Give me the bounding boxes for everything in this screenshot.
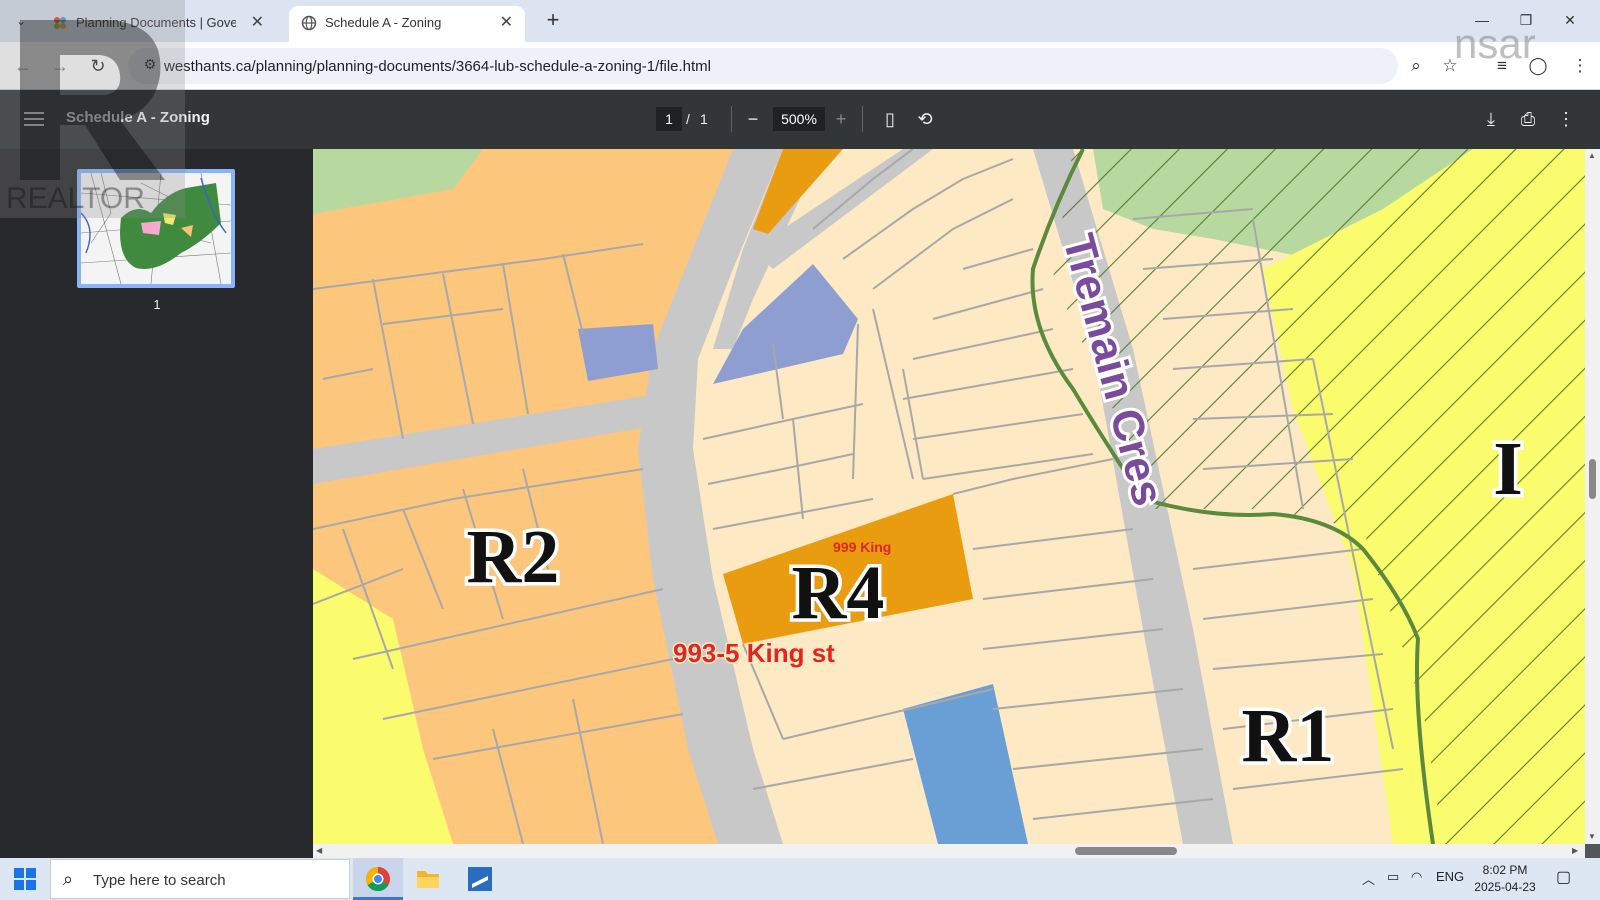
chrome-icon <box>365 867 390 892</box>
back-button[interactable]: ← <box>11 54 35 78</box>
page-separator: / <box>686 111 690 127</box>
address-bar[interactable]: ⚙ <box>128 48 1398 84</box>
scroll-up-arrow-icon[interactable]: ▲ <box>1588 151 1596 160</box>
close-icon[interactable]: ✕ <box>500 12 513 32</box>
pdf-viewport[interactable]: R2 R4 R1 I Tremain Cres 999 King 993-5 K… <box>313 149 1600 858</box>
zoning-map: R2 R4 R1 I Tremain Cres 999 King 993-5 K… <box>313 149 1585 844</box>
close-window-button[interactable]: ✕ <box>1550 6 1590 34</box>
profile-icon[interactable]: ◯ <box>1526 54 1550 78</box>
divider <box>862 106 863 132</box>
tray-chevron-icon[interactable]: ︿ <box>1362 869 1375 888</box>
wifi-icon[interactable]: ◠ <box>1411 869 1422 885</box>
browser-toolbar: ← → ↻ ⚙ ⌕ ☆ ≡ ◯ ⋮ <box>0 42 1600 90</box>
horizontal-scroll-thumb[interactable] <box>1075 847 1177 855</box>
close-icon[interactable]: ✕ <box>251 12 264 32</box>
pdf-toolbar: Schedule A - Zoning / 1 − + ▯ ⟲ ⤓ ⎙ ⋮ <box>0 90 1600 149</box>
tab-planning-documents[interactable]: Planning Documents | Governm ✕ <box>40 6 276 42</box>
zoom-input[interactable] <box>773 107 825 131</box>
page-number-input[interactable] <box>656 107 682 131</box>
tab-schedule-a-zoning[interactable]: Schedule A - Zoning ✕ <box>289 6 525 42</box>
site-info-icon[interactable]: ⚙ <box>140 56 160 76</box>
tab-search-button[interactable]: ⌄ <box>10 10 32 32</box>
meet-icon[interactable]: ▭ <box>1387 869 1399 885</box>
search-icon: ⌕ <box>63 869 74 889</box>
rotate-icon[interactable]: ⟲ <box>913 107 937 131</box>
zoom-out-button[interactable]: − <box>741 107 765 131</box>
reload-button[interactable]: ↻ <box>86 54 110 78</box>
app-icon <box>468 867 492 891</box>
joomla-favicon-icon <box>54 17 66 29</box>
zoom-in-button[interactable]: + <box>829 107 853 131</box>
taskbar-clock[interactable]: 8:02 PM 2025-04-23 <box>1466 862 1544 896</box>
search-placeholder: Type here to search <box>93 872 226 889</box>
zone-label-r1: R1 <box>1242 694 1335 778</box>
tab-title: Planning Documents | Governm <box>76 15 236 30</box>
horizontal-scrollbar[interactable]: ◀ ▶ <box>313 844 1585 858</box>
new-tab-button[interactable]: + <box>540 8 566 34</box>
taskbar-file-explorer[interactable] <box>403 858 453 900</box>
windows-start-icon[interactable] <box>14 868 36 890</box>
fit-page-icon[interactable]: ▯ <box>878 107 902 131</box>
zone-label-i: I <box>1493 427 1523 511</box>
clock-time: 8:02 PM <box>1482 863 1528 877</box>
zone-label-r4: R4 <box>792 551 885 635</box>
page-total: 1 <box>700 111 708 127</box>
clock-date: 2025-04-23 <box>1474 880 1536 894</box>
minimize-button[interactable]: — <box>1462 6 1502 34</box>
thumbnail-map-image <box>80 172 232 285</box>
windows-taskbar: ⌕ Type here to search ︿ ▭ ◠ ENG 8:02 PM … <box>0 858 1600 900</box>
bookmark-star-icon[interactable]: ☆ <box>1438 54 1462 78</box>
pdf-title: Schedule A - Zoning <box>66 109 210 126</box>
zone-label-r2: R2 <box>467 515 560 599</box>
scroll-down-arrow-icon[interactable]: ▼ <box>1588 832 1596 841</box>
annotation-993-5-king-st: 993-5 King st <box>673 638 835 668</box>
globe-icon <box>301 15 317 31</box>
language-indicator[interactable]: ENG <box>1436 869 1464 884</box>
notifications-icon[interactable]: ▢ <box>1556 867 1571 887</box>
url-input[interactable] <box>164 48 1324 84</box>
scroll-right-arrow-icon[interactable]: ▶ <box>1572 846 1578 855</box>
folder-icon <box>417 871 439 888</box>
page-thumbnail[interactable] <box>77 169 235 288</box>
taskbar-chrome[interactable] <box>353 858 403 900</box>
annotation-999-king: 999 King <box>833 539 891 555</box>
reading-list-icon[interactable]: ≡ <box>1490 54 1514 78</box>
forward-button[interactable]: → <box>48 54 72 78</box>
scroll-left-arrow-icon[interactable]: ◀ <box>316 846 322 855</box>
zoom-icon[interactable]: ⌕ <box>1404 54 1428 78</box>
tab-title: Schedule A - Zoning <box>325 15 442 30</box>
tab-strip: ⌄ Planning Documents | Governm ✕ Schedul… <box>0 0 1600 42</box>
thumbnail-sidebar: 1 <box>0 149 313 858</box>
thumbnail-page-label: 1 <box>153 297 161 312</box>
print-icon[interactable]: ⎙ <box>1516 107 1540 131</box>
vertical-scroll-thumb[interactable] <box>1589 459 1596 499</box>
divider <box>731 106 732 132</box>
maximize-button[interactable]: ❐ <box>1506 6 1546 34</box>
browser-menu-icon[interactable]: ⋮ <box>1568 54 1592 78</box>
taskbar-search-box[interactable]: ⌕ Type here to search <box>50 859 350 899</box>
taskbar-app[interactable] <box>455 858 505 900</box>
more-actions-icon[interactable]: ⋮ <box>1554 107 1578 131</box>
hamburger-menu-icon[interactable] <box>24 108 44 130</box>
vertical-scrollbar[interactable]: ▲ ▼ <box>1585 149 1600 844</box>
download-icon[interactable]: ⤓ <box>1479 107 1503 131</box>
